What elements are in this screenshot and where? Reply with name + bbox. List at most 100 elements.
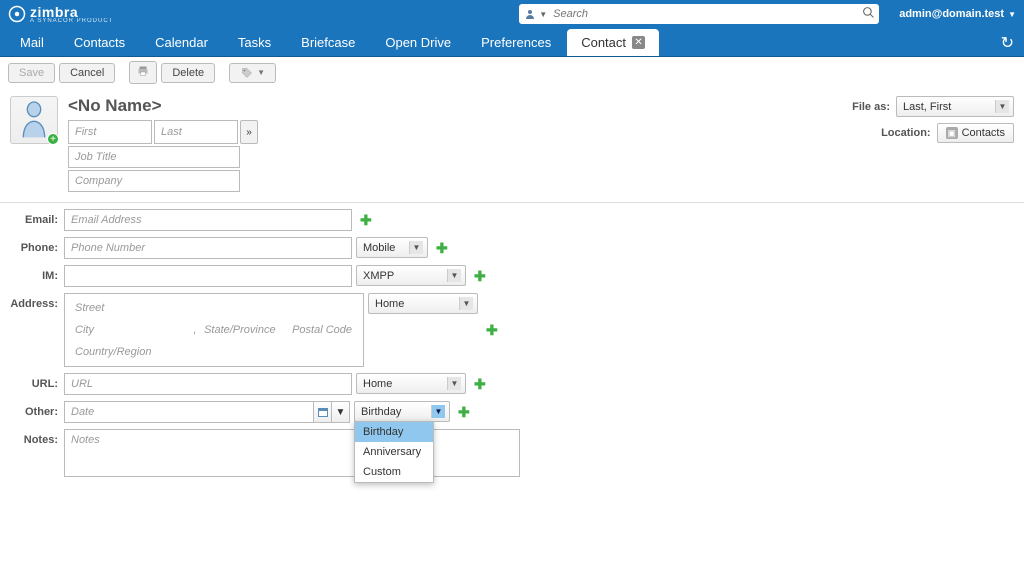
caret-down-icon: ▼ xyxy=(459,297,473,310)
tab-calendar[interactable]: Calendar xyxy=(141,29,222,56)
last-name-input[interactable] xyxy=(154,120,238,144)
notes-label: Notes: xyxy=(0,429,58,446)
other-type-dropdown[interactable]: Birthday ▼ Birthday Anniversary Custom xyxy=(354,401,450,422)
search-input[interactable] xyxy=(549,8,862,20)
search-scope-caret[interactable]: ▼ xyxy=(539,10,547,19)
street-input[interactable] xyxy=(75,302,353,314)
folder-icon: ▣ xyxy=(946,127,958,139)
close-tab-icon[interactable]: ✕ xyxy=(632,36,645,49)
add-email-icon[interactable]: ✚ xyxy=(360,212,372,229)
tab-open-drive[interactable]: Open Drive xyxy=(371,29,465,56)
im-label: IM: xyxy=(0,265,58,282)
print-button[interactable] xyxy=(129,61,157,84)
notes-input[interactable] xyxy=(64,429,520,477)
contact-title: <No Name> xyxy=(68,96,842,116)
url-label: URL: xyxy=(0,373,58,390)
add-other-icon[interactable]: ✚ xyxy=(458,404,470,421)
add-im-icon[interactable]: ✚ xyxy=(474,268,486,285)
im-input[interactable] xyxy=(64,265,352,287)
phone-type-value: Mobile xyxy=(363,242,395,254)
tab-contacts[interactable]: Contacts xyxy=(60,29,139,56)
expand-name-button[interactable]: » xyxy=(240,120,258,144)
comma: , xyxy=(193,324,196,336)
tab-briefcase[interactable]: Briefcase xyxy=(287,29,369,56)
url-input[interactable] xyxy=(64,373,352,395)
add-address-icon[interactable]: ✚ xyxy=(486,322,498,339)
caret-down-icon: ▼ xyxy=(257,68,265,77)
country-input[interactable] xyxy=(75,346,353,358)
tab-mail[interactable]: Mail xyxy=(6,29,58,56)
other-option-anniversary[interactable]: Anniversary xyxy=(355,442,433,462)
job-title-input[interactable] xyxy=(68,146,240,168)
other-label: Other: xyxy=(0,401,58,418)
search-box[interactable]: ▼ xyxy=(519,4,879,24)
im-type-dropdown[interactable]: XMPP ▼ xyxy=(356,265,466,286)
address-type-dropdown[interactable]: Home ▼ xyxy=(368,293,478,314)
other-type-popup: Birthday Anniversary Custom xyxy=(354,421,434,483)
im-type-value: XMPP xyxy=(363,270,394,282)
fileas-label: File as: xyxy=(852,101,890,113)
account-menu[interactable]: admin@domain.test ▼ xyxy=(899,8,1016,20)
state-input[interactable] xyxy=(204,324,284,336)
fileas-dropdown[interactable]: Last, First ▼ xyxy=(896,96,1014,117)
first-name-input[interactable] xyxy=(68,120,152,144)
app-header: zimbra A SYNACOR PRODUCT ▼ admin@domain.… xyxy=(0,0,1024,28)
other-option-custom[interactable]: Custom xyxy=(355,462,433,482)
contact-form: Email: ✚ Phone: Mobile ▼ ✚ IM: XMPP ▼ ✚ xyxy=(0,203,1024,477)
search-icon[interactable] xyxy=(862,6,875,22)
logo[interactable]: zimbra A SYNACOR PRODUCT xyxy=(8,4,113,24)
logo-subtext: A SYNACOR PRODUCT xyxy=(30,18,113,24)
caret-down-icon: ▼ xyxy=(431,405,445,418)
person-icon xyxy=(17,100,51,140)
address-type-value: Home xyxy=(375,298,404,310)
email-label: Email: xyxy=(0,209,58,226)
account-label: admin@domain.test xyxy=(899,8,1004,20)
refresh-icon[interactable]: ↻ xyxy=(1001,33,1014,53)
tab-contact-editor[interactable]: Contact ✕ xyxy=(567,29,659,56)
fileas-value: Last, First xyxy=(903,101,951,113)
phone-input[interactable] xyxy=(64,237,352,259)
add-phone-icon[interactable]: ✚ xyxy=(436,240,448,257)
nav-tabs: Mail Contacts Calendar Tasks Briefcase O… xyxy=(0,28,1024,57)
email-input[interactable] xyxy=(64,209,352,231)
postal-input[interactable] xyxy=(292,324,362,336)
url-type-value: Home xyxy=(363,378,392,390)
date-dropdown-caret[interactable]: ▼ xyxy=(332,401,350,423)
phone-label: Phone: xyxy=(0,237,58,254)
add-url-icon[interactable]: ✚ xyxy=(474,376,486,393)
add-photo-icon[interactable]: + xyxy=(47,133,59,145)
location-value: Contacts xyxy=(962,127,1005,139)
address-block: , xyxy=(64,293,364,367)
url-type-dropdown[interactable]: Home ▼ xyxy=(356,373,466,394)
print-icon xyxy=(136,65,150,77)
save-button[interactable]: Save xyxy=(8,63,55,83)
avatar[interactable]: + xyxy=(10,96,58,144)
calendar-icon[interactable] xyxy=(314,401,332,423)
company-input[interactable] xyxy=(68,170,240,192)
caret-down-icon: ▼ xyxy=(1008,10,1016,19)
location-label: Location: xyxy=(881,127,931,139)
other-type-value: Birthday xyxy=(361,406,401,418)
editor-toolbar: Save Cancel Delete ▼ xyxy=(0,57,1024,88)
city-input[interactable] xyxy=(75,324,185,336)
caret-down-icon: ▼ xyxy=(995,100,1009,113)
date-input[interactable] xyxy=(64,401,314,423)
cancel-button[interactable]: Cancel xyxy=(59,63,115,83)
caret-down-icon: ▼ xyxy=(447,377,461,390)
search-scope-icon[interactable] xyxy=(523,7,537,21)
phone-type-dropdown[interactable]: Mobile ▼ xyxy=(356,237,428,258)
caret-down-icon: ▼ xyxy=(409,241,423,254)
date-picker: ▼ xyxy=(64,401,350,423)
address-label: Address: xyxy=(0,293,58,310)
caret-down-icon: ▼ xyxy=(447,269,461,282)
tab-tasks[interactable]: Tasks xyxy=(224,29,285,56)
other-option-birthday[interactable]: Birthday xyxy=(355,422,433,442)
location-button[interactable]: ▣ Contacts xyxy=(937,123,1014,143)
delete-button[interactable]: Delete xyxy=(161,63,215,83)
logo-icon xyxy=(8,5,26,23)
tag-button[interactable]: ▼ xyxy=(229,63,276,83)
tab-contact-label: Contact xyxy=(581,35,626,50)
tab-preferences[interactable]: Preferences xyxy=(467,29,565,56)
tag-icon xyxy=(240,67,254,79)
contact-header: + <No Name> » File as: Last, First ▼ Loc… xyxy=(0,88,1024,202)
